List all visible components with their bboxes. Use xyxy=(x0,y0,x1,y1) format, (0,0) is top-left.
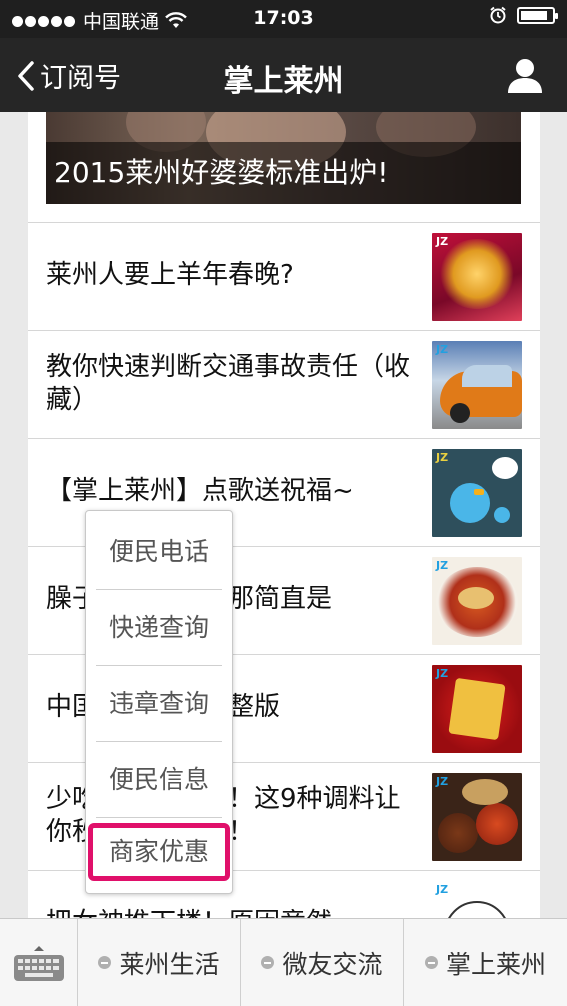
menu-divider xyxy=(96,589,222,590)
thumbnail-image: JZ xyxy=(432,665,522,753)
menu-item-merchant-deals[interactable]: 商家优惠 xyxy=(86,815,232,889)
profile-button[interactable] xyxy=(505,56,545,94)
back-button[interactable]: 订阅号 xyxy=(16,56,121,95)
menu-divider xyxy=(96,665,222,666)
thumbnail-image: JZ xyxy=(432,557,522,645)
submenu-icon xyxy=(424,956,438,969)
tab-label: 微友交流 xyxy=(282,949,383,979)
menu-divider xyxy=(96,741,222,742)
tab-label: 莱州生活 xyxy=(119,949,220,979)
status-bar: 中国联通 17:03 xyxy=(0,0,567,38)
thumbnail-image: JZ xyxy=(432,773,522,861)
list-item[interactable]: 教你快速判断交通事故责任（收藏） JZ xyxy=(28,330,540,438)
person-icon xyxy=(508,59,542,93)
bottom-menu-bar: 莱州生活 微友交流 掌上莱州 xyxy=(0,918,567,1006)
thumbnail-image: JZ xyxy=(432,881,522,918)
list-item[interactable]: 莱州人要上羊年春晚? JZ xyxy=(28,222,540,330)
tab-laizhou-life[interactable]: 莱州生活 xyxy=(78,919,241,1006)
tab-friends-exchange[interactable]: 微友交流 xyxy=(241,919,404,1006)
menu-item-convenience-phone[interactable]: 便民电话 xyxy=(86,515,232,589)
hero-article[interactable]: 2015莱州好婆婆标准出炉! xyxy=(46,112,521,204)
menu-item-express-query[interactable]: 快递查询 xyxy=(86,591,232,665)
keyboard-icon xyxy=(13,945,64,981)
status-time: 17:03 xyxy=(253,7,314,29)
menu-item-convenience-info[interactable]: 便民信息 xyxy=(86,743,232,817)
thumbnail-image: JZ xyxy=(432,233,522,321)
tab-label: 掌上莱州 xyxy=(445,949,546,979)
battery-icon xyxy=(517,6,558,24)
article-title: 莱州人要上羊年春晚? xyxy=(46,260,294,291)
tab-zhangshang-laizhou[interactable]: 掌上莱州 xyxy=(404,919,567,1006)
thumbnail-image: JZ xyxy=(432,341,522,429)
back-label: 订阅号 xyxy=(40,63,121,94)
thumbnail-image: JZ xyxy=(432,449,522,537)
chevron-left-icon xyxy=(18,60,34,91)
popup-menu: 便民电话 快递查询 违章查询 便民信息 商家优惠 xyxy=(85,510,233,894)
submenu-icon xyxy=(261,956,275,969)
hero-caption: 2015莱州好婆婆标准出炉! xyxy=(46,142,521,204)
submenu-icon xyxy=(98,956,112,969)
article-title: 教你快速判断交通事故责任（收藏） xyxy=(46,351,411,415)
keyboard-toggle-button[interactable] xyxy=(0,919,78,1006)
navigation-bar: 订阅号 掌上莱州 xyxy=(0,38,567,112)
alarm-icon xyxy=(490,6,506,24)
menu-item-violation-query[interactable]: 违章查询 xyxy=(86,667,232,741)
status-right xyxy=(489,6,558,24)
